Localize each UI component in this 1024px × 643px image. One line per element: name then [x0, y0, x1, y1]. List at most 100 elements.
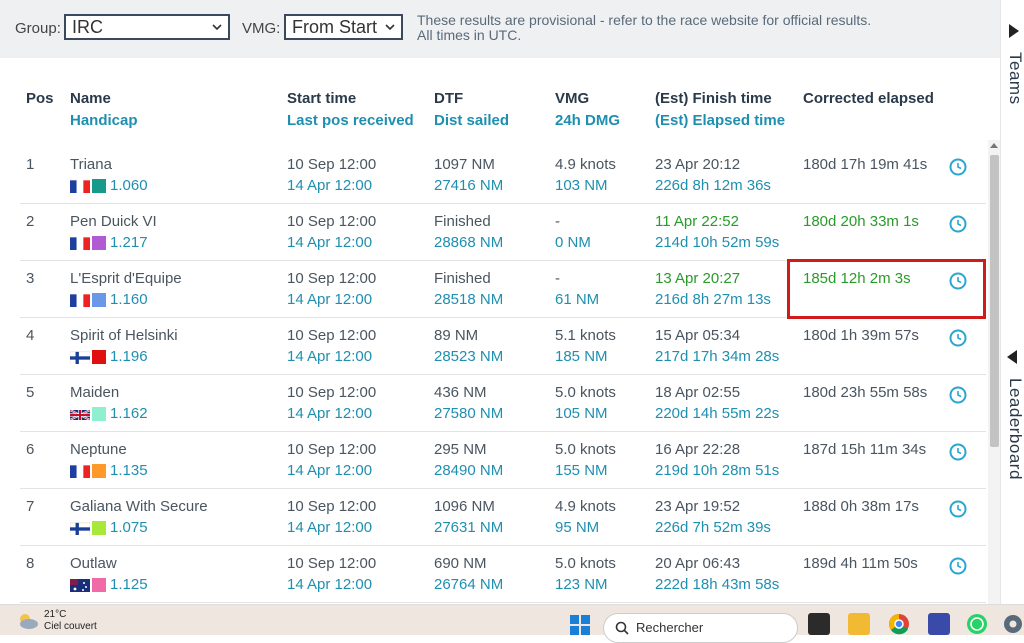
boat-color-swatch: [92, 578, 106, 593]
scroll-up-icon[interactable]: [990, 143, 998, 148]
table-row[interactable]: 2 Pen Duick VI 1.217 10 Sep 12:00 14 Apr 12:…: [20, 203, 986, 261]
table-row[interactable]: 6 Neptune 1.135 10 Sep 12:00 14 Apr 12:00 295…: [20, 431, 986, 489]
vmg: 5.1 knots: [555, 327, 616, 344]
teams-tab[interactable]: Teams: [1005, 52, 1024, 105]
group-label: Group:: [15, 20, 61, 37]
dmg-24h: 95 NM: [555, 519, 600, 536]
boat-name[interactable]: L'Esprit d'Equipe: [70, 268, 182, 289]
expand-right-icon[interactable]: [1009, 24, 1019, 38]
vmg: -: [555, 270, 560, 287]
boat-name[interactable]: Maiden: [70, 382, 119, 403]
boat-color-swatch: [92, 521, 106, 536]
clock-icon[interactable]: [949, 443, 967, 461]
elapsed-time: 220d 14h 55m 22s: [655, 405, 780, 422]
finish-time: 18 Apr 02:55: [655, 384, 741, 401]
search-icon: [615, 621, 629, 635]
header-name[interactable]: Name Handicap: [70, 88, 138, 132]
dmg-24h: 185 NM: [555, 348, 608, 365]
provisional-note: These results are provisional - refer to…: [417, 12, 872, 43]
row-pos: 2: [26, 213, 35, 230]
header-corrected[interactable]: Corrected elapsed: [803, 88, 934, 110]
handicap-cell: 1.217: [70, 232, 148, 253]
boat-name[interactable]: Outlaw: [70, 553, 117, 574]
header-finish[interactable]: (Est) Finish time (Est) Elapsed time: [655, 88, 785, 132]
handicap-value: 1.160: [110, 291, 148, 308]
flag-icon: [70, 179, 90, 194]
start-time: 10 Sep 12:00: [287, 498, 377, 515]
clock-icon[interactable]: [949, 500, 967, 518]
clock-icon[interactable]: [949, 557, 967, 575]
elapsed-time: 226d 8h 12m 36s: [655, 177, 771, 194]
flag-icon: [70, 236, 90, 251]
header-pos[interactable]: Pos: [26, 88, 54, 110]
boat-color-swatch: [92, 179, 106, 194]
flag-icon: [70, 350, 90, 365]
handicap-cell: 1.125: [70, 574, 148, 595]
table-row[interactable]: 1 Triana 1.060 10 Sep 12:00 14 Apr 12:00 1097…: [20, 146, 986, 204]
dmg-24h: 155 NM: [555, 462, 608, 479]
clock-icon[interactable]: [949, 386, 967, 404]
row-pos: 8: [26, 555, 35, 572]
expand-left-icon[interactable]: [1007, 350, 1017, 364]
handicap-cell: 1.162: [70, 403, 148, 424]
last-pos-received: 14 Apr 12:00: [287, 348, 373, 365]
handicap-value: 1.135: [110, 462, 148, 479]
corrected-elapsed: 188d 0h 38m 17s: [803, 498, 919, 515]
taskbar: 21°C Ciel couvert Rechercher: [0, 604, 1024, 643]
handicap-value: 1.217: [110, 234, 148, 251]
dtf: 89 NM: [434, 327, 479, 344]
boat-name[interactable]: Spirit of Helsinki: [70, 325, 178, 346]
dmg-24h: 123 NM: [555, 576, 608, 593]
task-view-icon[interactable]: [808, 613, 830, 635]
last-pos-received: 14 Apr 12:00: [287, 519, 373, 536]
dist-sailed: 27631 NM: [434, 519, 504, 536]
header-dtf[interactable]: DTF Dist sailed: [434, 88, 509, 132]
finish-time: 11 Apr 22:52: [655, 213, 739, 230]
table-row[interactable]: 4 Spirit of Helsinki 1.196 10 Sep 12:00 14 A…: [20, 317, 986, 375]
row-pos: 4: [26, 327, 35, 344]
boat-name[interactable]: Galiana With Secure: [70, 496, 208, 517]
table-row[interactable]: 7 Galiana With Secure 1.075 10 Sep 12:00 14 …: [20, 488, 986, 546]
windows-start-icon[interactable]: [569, 614, 591, 636]
boat-name[interactable]: Triana: [70, 154, 112, 175]
taskbar-search[interactable]: Rechercher: [603, 613, 798, 643]
chevron-down-icon: [385, 24, 395, 31]
vmg-select[interactable]: From Start: [284, 14, 403, 40]
chevron-down-icon: [212, 24, 222, 31]
row-pos: 3: [26, 270, 35, 287]
start-time: 10 Sep 12:00: [287, 270, 377, 287]
settings-icon[interactable]: [1002, 613, 1024, 635]
corrected-elapsed: 180d 1h 39m 57s: [803, 327, 919, 344]
header-vmg[interactable]: VMG 24h DMG: [555, 88, 620, 132]
handicap-cell: 1.060: [70, 175, 148, 196]
last-pos-received: 14 Apr 12:00: [287, 177, 373, 194]
scrollbar-thumb[interactable]: [990, 155, 999, 447]
file-explorer-icon[interactable]: [848, 613, 870, 635]
group-select[interactable]: IRC: [64, 14, 230, 40]
dmg-24h: 0 NM: [555, 234, 591, 251]
boat-name[interactable]: Pen Duick VI: [70, 211, 157, 232]
dist-sailed: 27416 NM: [434, 177, 504, 194]
save-app-icon[interactable]: [928, 613, 950, 635]
boat-name[interactable]: Neptune: [70, 439, 127, 460]
elapsed-time: 216d 8h 27m 13s: [655, 291, 771, 308]
clock-icon[interactable]: [949, 215, 967, 233]
leaderboard-tab[interactable]: Leaderboard: [1005, 378, 1024, 480]
corrected-elapsed: 180d 23h 55m 58s: [803, 384, 928, 401]
weather-widget[interactable]: 21°C Ciel couvert: [44, 609, 97, 633]
elapsed-time: 219d 10h 28m 51s: [655, 462, 780, 479]
chrome-icon[interactable]: [888, 613, 910, 635]
handicap-value: 1.060: [110, 177, 148, 194]
table-row[interactable]: 5 Maiden 1.162 10 Sep 12:00 14 Apr 12:00 436 …: [20, 374, 986, 432]
header-start[interactable]: Start time Last pos received: [287, 88, 414, 132]
clock-icon[interactable]: [949, 329, 967, 347]
last-pos-received: 14 Apr 12:00: [287, 234, 373, 251]
handicap-cell: 1.135: [70, 460, 148, 481]
boat-color-swatch: [92, 236, 106, 251]
dtf: 1096 NM: [434, 498, 495, 515]
whatsapp-icon[interactable]: [966, 613, 988, 635]
corrected-elapsed: 189d 4h 11m 50s: [803, 555, 918, 572]
table-row[interactable]: 8 Outlaw 1.125 10 Sep 12:00 14 Apr 12:00 690 …: [20, 545, 986, 603]
elapsed-time: 226d 7h 52m 39s: [655, 519, 771, 536]
clock-icon[interactable]: [949, 158, 967, 176]
